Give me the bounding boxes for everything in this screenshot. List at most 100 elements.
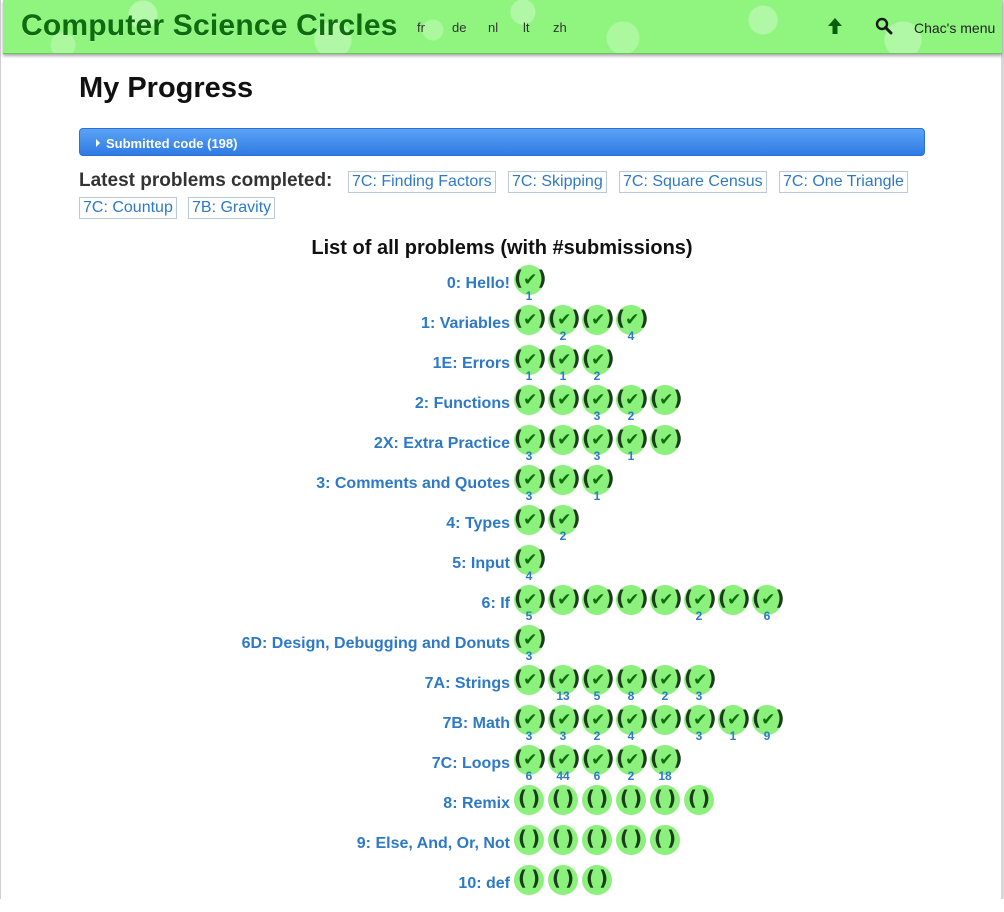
site-title[interactable]: Computer Science Circles [21,9,398,43]
problem-completed-badge[interactable]: (✔) 1 [582,465,615,503]
language-link-nl[interactable]: nl [488,20,498,35]
problem-incomplete-badge[interactable]: ( ) [616,825,646,855]
problem-completed-badge[interactable]: (✔) [514,665,547,695]
latest-problem-link[interactable]: 7C: Skipping [508,171,607,193]
problem-completed-badge[interactable]: (✔) 6 [752,585,785,623]
submitted-code-toggle[interactable]: Submitted code (198) [79,128,925,156]
problem-completed-badge[interactable]: (✔) [548,585,581,615]
problem-incomplete-badge[interactable]: ( ) [548,865,578,895]
lesson-link[interactable]: 7B: Math [442,715,510,733]
latest-problem-link[interactable]: 7C: Countup [79,197,177,219]
problem-completed-badge[interactable]: (✔) 5 [582,665,615,703]
language-link-lt[interactable]: lt [523,20,530,35]
lesson-link[interactable]: 7C: Loops [432,755,510,773]
lesson-link[interactable]: 2: Functions [415,395,510,413]
lesson-link[interactable]: 0: Hello! [447,275,510,293]
problem-completed-badge[interactable]: (✔) 3 [514,425,547,463]
problem-completed-badge[interactable]: (✔) [650,425,683,455]
problem-completed-badge[interactable]: (✔) 1 [616,425,649,463]
problem-completed-badge[interactable]: (✔) 2 [548,505,581,543]
lesson-link[interactable]: 4: Types [446,515,510,533]
problem-completed-badge[interactable]: (✔) 4 [616,705,649,743]
lesson-link[interactable]: 1E: Errors [433,355,510,373]
problem-completed-badge[interactable]: (✔) 3 [684,705,717,743]
problem-completed-badge[interactable]: (✔) [548,385,581,415]
problem-completed-badge[interactable]: (✔) 1 [718,705,751,743]
problem-completed-badge[interactable]: (✔) [650,585,683,615]
problem-completed-badge[interactable]: (✔) 13 [548,665,581,703]
problem-completed-badge[interactable]: (✔) 6 [582,745,615,783]
lesson-link[interactable]: 5: Input [452,555,510,573]
problem-completed-badge[interactable]: (✔) 18 [650,745,683,783]
lesson-link[interactable]: 7A: Strings [425,675,510,693]
lesson-link[interactable]: 3: Comments and Quotes [316,475,510,493]
lesson-link[interactable]: 8: Remix [443,795,510,813]
problem-completed-badge[interactable]: (✔) 5 [514,585,547,623]
empty-parens-icon: ( ) [517,866,541,890]
problem-incomplete-badge[interactable]: ( ) [650,785,680,815]
problem-completed-badge[interactable]: (✔) 2 [616,385,649,423]
problem-completed-badge[interactable]: (✔) 1 [548,345,581,383]
problem-completed-badge[interactable]: (✔) 3 [514,465,547,503]
checkmark-in-parens-icon: (✔) [548,386,581,410]
lesson-link[interactable]: 10: def [458,875,510,893]
problem-completed-badge[interactable]: (✔) [650,705,683,735]
problem-completed-badge[interactable]: (✔) 3 [548,705,581,743]
problem-completed-badge[interactable]: (✔) 2 [548,305,581,343]
problem-completed-badge[interactable]: (✔) [718,585,751,615]
problem-completed-badge[interactable]: (✔) [582,585,615,615]
problem-incomplete-badge[interactable]: ( ) [514,865,544,895]
problem-incomplete-badge[interactable]: ( ) [582,865,612,895]
problem-completed-badge[interactable]: (✔) 1 [514,265,547,303]
problem-completed-badge[interactable]: (✔) 8 [616,665,649,703]
latest-problem-link[interactable]: 7C: Finding Factors [348,171,496,193]
latest-problem-link[interactable]: 7B: Gravity [188,197,276,219]
problem-completed-badge[interactable]: (✔) [650,385,683,415]
arrow-up-icon[interactable] [825,16,845,36]
problem-incomplete-badge[interactable]: ( ) [582,825,612,855]
problem-incomplete-badge[interactable]: ( ) [650,825,680,855]
problem-completed-badge[interactable]: (✔) 3 [514,625,547,663]
problem-completed-badge[interactable]: (✔) [616,585,649,615]
problem-completed-badge[interactable]: (✔) 2 [616,745,649,783]
problem-completed-badge[interactable]: (✔) 2 [582,345,615,383]
problem-completed-badge[interactable]: (✔) [582,305,615,335]
problem-completed-badge[interactable]: (✔) 44 [548,745,581,783]
lesson-link[interactable]: 9: Else, And, Or, Not [357,835,510,853]
problem-completed-badge[interactable]: (✔) 1 [514,345,547,383]
problem-completed-badge[interactable]: (✔) 2 [684,585,717,623]
problem-incomplete-badge[interactable]: ( ) [684,785,714,815]
problem-incomplete-badge[interactable]: ( ) [514,785,544,815]
problem-completed-badge[interactable]: (✔) 3 [514,705,547,743]
language-link-de[interactable]: de [452,20,466,35]
problem-completed-badge[interactable]: (✔) [548,465,581,495]
latest-problem-link[interactable]: 7C: One Triangle [779,171,908,193]
lesson-link[interactable]: 2X: Extra Practice [374,435,510,453]
problem-incomplete-badge[interactable]: ( ) [514,825,544,855]
language-link-zh[interactable]: zh [553,20,567,35]
problem-completed-badge[interactable]: (✔) 9 [752,705,785,743]
problem-completed-badge[interactable]: (✔) [514,385,547,415]
lesson-link[interactable]: 1: Variables [421,315,510,333]
problem-completed-badge[interactable]: (✔) 3 [582,425,615,463]
problem-incomplete-badge[interactable]: ( ) [582,785,612,815]
problem-completed-badge[interactable]: (✔) 3 [684,665,717,703]
lesson-link[interactable]: 6D: Design, Debugging and Donuts [242,635,510,653]
language-link-fr[interactable]: fr [417,20,425,35]
problem-incomplete-badge[interactable]: ( ) [616,785,646,815]
problem-incomplete-badge[interactable]: ( ) [548,785,578,815]
problem-completed-badge[interactable]: (✔) [514,305,547,335]
user-menu-link[interactable]: Chac's menu [914,20,995,36]
problem-completed-badge[interactable]: (✔) 4 [616,305,649,343]
problem-completed-badge[interactable]: (✔) 3 [582,385,615,423]
problem-completed-badge[interactable]: (✔) 6 [514,745,547,783]
problem-completed-badge[interactable]: (✔) 2 [582,705,615,743]
problem-completed-badge[interactable]: (✔) 2 [650,665,683,703]
problem-completed-badge[interactable]: (✔) [514,505,547,535]
search-icon[interactable] [875,17,893,35]
problem-completed-badge[interactable]: (✔) [548,425,581,455]
latest-problem-link[interactable]: 7C: Square Census [619,171,767,193]
problem-incomplete-badge[interactable]: ( ) [548,825,578,855]
problem-completed-badge[interactable]: (✔) 4 [514,545,547,583]
lesson-link[interactable]: 6: If [482,595,510,613]
